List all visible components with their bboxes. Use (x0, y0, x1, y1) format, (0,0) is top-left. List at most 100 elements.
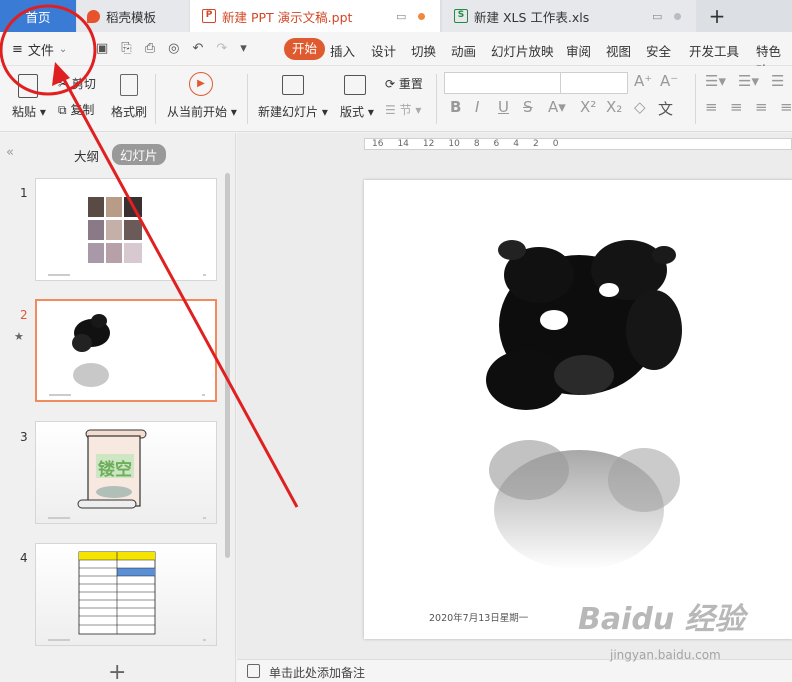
ribbon-separator (695, 74, 696, 124)
numbered-list-icon[interactable]: ☰▾ (738, 72, 759, 90)
decrease-font-icon[interactable]: A⁻ (660, 72, 678, 90)
font-color-icon[interactable]: A▾ (548, 98, 566, 116)
notes-placeholder[interactable]: 单击此处添加备注 (269, 664, 365, 681)
baidu-watermark-url: jingyan.baidu.com (610, 648, 721, 662)
play-from-current-button[interactable]: 从当前开始 ▾ (167, 103, 237, 120)
tab-ppt-tools: ▭ (396, 10, 426, 23)
menu-tab-review[interactable]: 审阅 (566, 41, 591, 60)
thumb-footer-date (48, 517, 70, 519)
customize-icon[interactable]: ▾ (240, 41, 247, 56)
print-icon[interactable]: ⎙ (145, 41, 155, 56)
monitor-icon[interactable]: ▭ (652, 10, 662, 23)
superscript-icon[interactable]: X² (580, 98, 596, 116)
slide-thumbnail-3[interactable]: 镂空 (35, 421, 217, 524)
thumb-footer-page (203, 517, 206, 519)
slide3-title: 镂空 (98, 460, 132, 480)
layout-icon[interactable] (344, 75, 366, 95)
tab-ppt-document[interactable]: P 新建 PPT 演示文稿.ppt ▭ (190, 0, 440, 32)
tab-home[interactable]: 首页 (0, 0, 76, 32)
menu-tab-insert[interactable]: 插入 (330, 41, 355, 60)
menu-tab-design[interactable]: 设计 (371, 41, 396, 60)
print-preview-icon[interactable]: ◎ (168, 41, 179, 56)
new-tab-button[interactable]: + (700, 0, 734, 32)
slide-thumbnail-4[interactable] (35, 543, 217, 646)
font-size-select[interactable] (560, 72, 628, 94)
slide-number: 1 (20, 186, 28, 200)
tab-straw-templates[interactable]: 稻壳模板 (77, 0, 189, 32)
slide-footer-date[interactable]: 2020年7月13日星期一 (429, 610, 528, 624)
indent-icon[interactable]: ☰ (771, 72, 784, 90)
menu-tab-transitions[interactable]: 切换 (411, 41, 436, 60)
layout-button[interactable]: 版式 ▾ (340, 103, 374, 120)
strikethrough-icon[interactable]: S (523, 98, 533, 116)
save-icon[interactable]: ▣ (96, 41, 108, 56)
thumb-footer-page (203, 639, 206, 641)
bullet-list-icon[interactable]: ☰▾ (705, 72, 726, 90)
current-slide[interactable]: 2020年7月13日星期一 (364, 180, 792, 639)
photo-grid-image (88, 197, 142, 263)
font-family-select[interactable] (444, 72, 561, 94)
justify-icon[interactable]: ≡ (780, 98, 792, 116)
increase-font-icon[interactable]: A⁺ (634, 72, 652, 90)
play-icon[interactable]: ▶ (189, 72, 213, 96)
undo-icon[interactable]: ↶ (192, 41, 203, 56)
add-slide-button[interactable]: + (108, 660, 126, 682)
menu-tab-view[interactable]: 视图 (606, 41, 631, 60)
reset-button[interactable]: ⟳ 重置 (385, 75, 423, 92)
menu-tab-security[interactable]: 安全 (646, 41, 671, 60)
slide-thumbnail-1[interactable] (35, 178, 217, 281)
paste-label: 粘贴 (12, 105, 37, 119)
ruler-tick: 10 (448, 139, 460, 149)
ink-splash-picture[interactable] (364, 180, 792, 639)
section-button[interactable]: ☰ 节 ▾ (385, 101, 421, 118)
ruler-tick: 2 (533, 139, 539, 149)
tab-xls-tools: ▭ (652, 10, 682, 23)
cut-button[interactable]: ✂ 剪切 (58, 75, 96, 92)
redo-icon[interactable]: ↷ (216, 41, 227, 56)
align-right-icon[interactable]: ≡ (755, 98, 768, 116)
file-menu-button[interactable]: ≡ 文件 ⌄ (12, 40, 67, 59)
format-painter-button[interactable]: 格式刷 (111, 103, 147, 120)
reset-icon: ⟳ (385, 77, 396, 91)
scissors-icon: ✂ (58, 77, 69, 91)
menu-tab-developer[interactable]: 开发工具 (689, 41, 739, 60)
cut-label: 剪切 (71, 77, 96, 91)
section-label: 节 (399, 103, 412, 117)
section-icon: ☰ (385, 103, 396, 117)
new-slide-icon[interactable] (282, 75, 304, 95)
paste-button[interactable]: 粘贴 ▾ (12, 103, 46, 120)
align-left-icon[interactable]: ≡ (705, 98, 718, 116)
panel-scrollbar[interactable] (225, 173, 230, 558)
ruler-tick: 0 (552, 139, 559, 149)
straw-logo-icon (87, 9, 100, 23)
menu-tab-animations[interactable]: 动画 (451, 41, 476, 60)
new-slide-button[interactable]: 新建幻灯片 ▾ (258, 103, 328, 120)
slide-thumbnail-2[interactable] (35, 299, 217, 402)
underline-icon[interactable]: U (498, 98, 509, 116)
subscript-icon[interactable]: X₂ (606, 98, 622, 116)
menu-tab-slideshow[interactable]: 幻灯片放映 (491, 41, 554, 60)
format-painter-icon[interactable] (120, 74, 138, 96)
unsaved-dot-icon[interactable] (418, 13, 426, 20)
paste-icon[interactable] (18, 74, 38, 98)
copy-button[interactable]: ⧉ 复制 (58, 101, 94, 118)
tab-outline[interactable]: 大纲 (74, 146, 99, 165)
align-center-icon[interactable]: ≡ (730, 98, 743, 116)
tab-xls-label: 新建 XLS 工作表.xls (474, 9, 590, 25)
new-slide-label: 新建幻灯片 (258, 105, 319, 119)
menu-bar: ≡ 文件 ⌄ ▣ ⎘ ⎙ ◎ ↶ ↷ ▾ 开始 插入 设计 切换 动画 幻灯片放… (0, 32, 792, 78)
tab-slides[interactable]: 幻灯片 (112, 144, 166, 165)
close-dot-icon[interactable] (674, 13, 682, 20)
slide-number: 3 (20, 430, 28, 444)
italic-icon[interactable]: I (475, 98, 479, 116)
monitor-icon[interactable]: ▭ (396, 10, 406, 23)
collapse-panel-icon[interactable]: « (6, 145, 14, 160)
menu-tab-home[interactable]: 开始 (284, 38, 326, 60)
bold-icon[interactable]: B (450, 98, 461, 116)
tab-xls-document[interactable]: S 新建 XLS 工作表.xls ▭ (442, 0, 696, 32)
thumb-footer-date (49, 394, 71, 396)
notes-pane[interactable]: 单击此处添加备注 (237, 659, 792, 682)
clear-format-icon[interactable]: ◇ (634, 98, 646, 116)
export-icon[interactable]: ⎘ (121, 41, 131, 56)
phonetic-icon[interactable]: 文 (658, 98, 673, 119)
